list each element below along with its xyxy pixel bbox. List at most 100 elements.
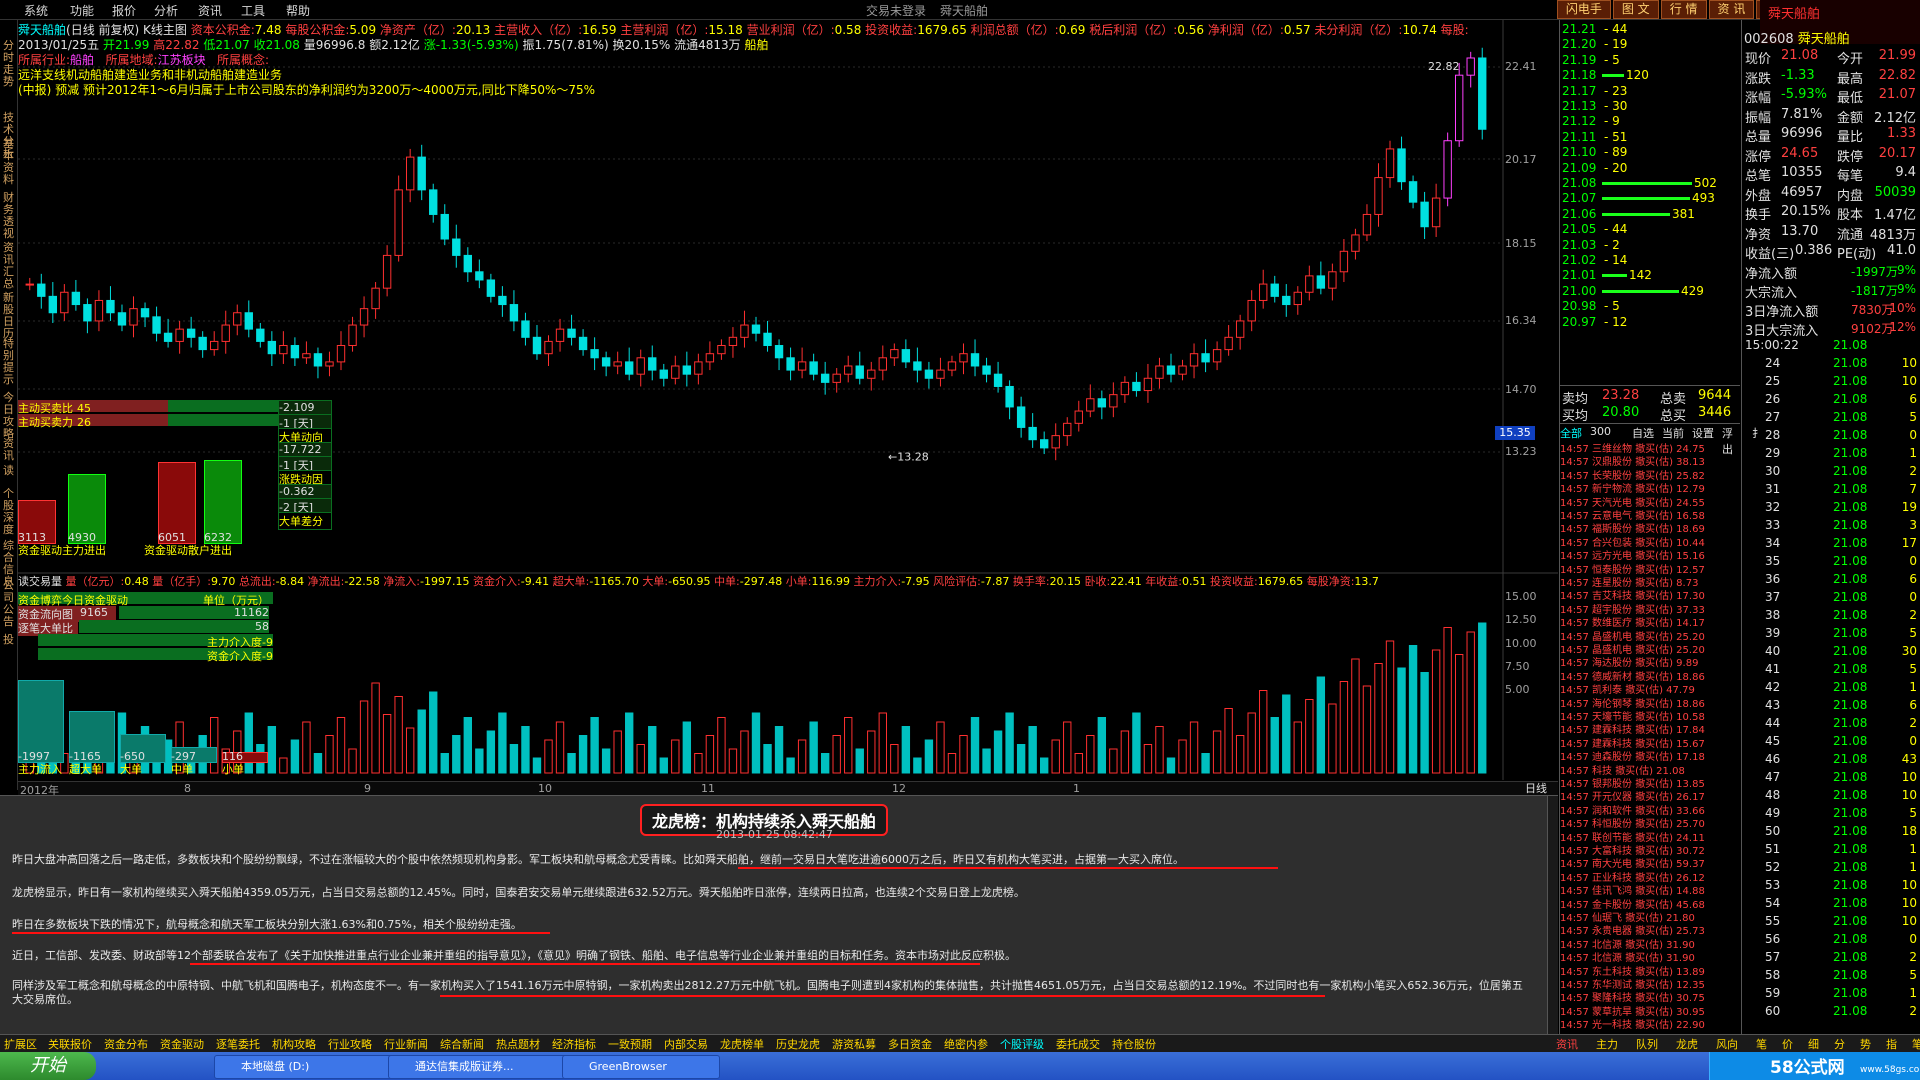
- ladder-row[interactable]: 21.06 381: [1560, 207, 1740, 221]
- menu-help[interactable]: 帮助: [286, 2, 310, 19]
- ladder-row[interactable]: 21.08 502: [1560, 176, 1740, 190]
- bottom-tab-5[interactable]: 机构攻略: [272, 1036, 316, 1052]
- ladder-row[interactable]: 21.17 - 23: [1560, 84, 1740, 98]
- vtab-4[interactable]: 资讯汇总: [1, 242, 16, 290]
- bottom-tab-12[interactable]: 内部交易: [664, 1036, 708, 1052]
- ladder-row[interactable]: 21.21 - 44: [1560, 22, 1740, 36]
- bottom-tab-2[interactable]: 资金分布: [104, 1036, 148, 1052]
- ladder-row[interactable]: 21.03 - 2: [1560, 238, 1740, 252]
- vtab-10[interactable]: 个股深度: [1, 488, 16, 536]
- menu-tools[interactable]: 工具: [241, 2, 265, 19]
- ladder-row[interactable]: 20.97 - 12: [1560, 315, 1740, 329]
- list-tab-2[interactable]: 自选: [1632, 425, 1654, 441]
- ladder-row[interactable]: 21.00 429: [1560, 284, 1740, 298]
- ladder-row[interactable]: 21.10 - 89: [1560, 145, 1740, 159]
- vtab-7[interactable]: 今日攻略: [1, 392, 16, 440]
- ladder-row[interactable]: 21.07 493: [1560, 191, 1740, 205]
- ladder-row[interactable]: 21.18 120: [1560, 68, 1740, 82]
- vtab-6[interactable]: 特别提示: [1, 338, 16, 386]
- bottom-tab-3[interactable]: 资金驱动: [160, 1036, 204, 1052]
- task-local-disk[interactable]: 本地磁盘 (D:): [214, 1055, 412, 1079]
- right-tab-3[interactable]: 龙虎: [1676, 1036, 1698, 1052]
- right-tab-6[interactable]: 价: [1782, 1036, 1793, 1052]
- ladder-row[interactable]: 21.02 - 14: [1560, 253, 1740, 267]
- ladder-row[interactable]: 20.98 - 5: [1560, 299, 1740, 313]
- tab-chart[interactable]: 图 文: [1612, 0, 1659, 19]
- right-tab-10[interactable]: 指: [1886, 1036, 1897, 1052]
- period-label[interactable]: 日线: [1525, 780, 1547, 796]
- ladder-row[interactable]: 21.12 - 9: [1560, 114, 1740, 128]
- vtab-3[interactable]: 财务透视: [1, 192, 16, 240]
- bottom-tab-11[interactable]: 一致预期: [608, 1036, 652, 1052]
- list-tab-3[interactable]: 当前: [1662, 425, 1684, 441]
- industry-link[interactable]: 船舶: [70, 53, 94, 67]
- menu-function[interactable]: 功能: [70, 2, 94, 19]
- right-tab-5[interactable]: 笔: [1756, 1036, 1767, 1052]
- vtab-9[interactable]: 读: [1, 465, 16, 477]
- tick-row: 33 21.08 3: [1765, 518, 1917, 532]
- bottom-tab-10[interactable]: 经济指标: [552, 1036, 596, 1052]
- right-tab-0[interactable]: 资讯: [1556, 1036, 1578, 1052]
- vtab-12[interactable]: 公司公告: [1, 580, 16, 628]
- bottom-tab-15[interactable]: 游资私募: [832, 1036, 876, 1052]
- news-scrollbar[interactable]: [1547, 796, 1558, 1036]
- ladder-row[interactable]: 21.13 - 30: [1560, 99, 1740, 113]
- bottom-tab-19[interactable]: 委托成交: [1056, 1036, 1100, 1052]
- candle-body: [1454, 74, 1464, 142]
- right-tab-4[interactable]: 风向: [1716, 1036, 1738, 1052]
- right-tab-8[interactable]: 分: [1834, 1036, 1845, 1052]
- time-axis[interactable]: 2012年 8 9 10 11 12 1: [18, 781, 1558, 797]
- vtab-8[interactable]: 资讯: [1, 438, 16, 462]
- region-link[interactable]: 江苏板块: [158, 53, 206, 67]
- bottom-tab-18[interactable]: 个股评级: [1000, 1036, 1044, 1052]
- bottom-tab-8[interactable]: 综合新闻: [440, 1036, 484, 1052]
- bottom-tab-14[interactable]: 历史龙虎: [776, 1036, 820, 1052]
- list-tab-1[interactable]: 300: [1590, 425, 1611, 438]
- vtab-5[interactable]: 新股日历: [1, 292, 16, 340]
- right-tab-9[interactable]: 势: [1860, 1036, 1871, 1052]
- bottom-tab-20[interactable]: 持仓股份: [1112, 1036, 1156, 1052]
- menu-system[interactable]: 系统: [24, 2, 48, 19]
- bottom-tab-13[interactable]: 龙虎榜单: [720, 1036, 764, 1052]
- volume-bar: [1143, 744, 1153, 774]
- right-tab-2[interactable]: 队列: [1636, 1036, 1658, 1052]
- bottom-tab-0[interactable]: 扩展区: [4, 1036, 37, 1052]
- right-tab-1[interactable]: 主力: [1596, 1036, 1618, 1052]
- bottom-tab-16[interactable]: 多日资金: [888, 1036, 932, 1052]
- ladder-row[interactable]: 21.19 - 5: [1560, 53, 1740, 67]
- tab-market[interactable]: 行 情: [1660, 0, 1707, 19]
- task-greenbrowser[interactable]: GreenBrowser: [562, 1055, 720, 1079]
- volume-bar: [613, 730, 622, 774]
- bottom-tab-9[interactable]: 热点题材: [496, 1036, 540, 1052]
- list-tab-0[interactable]: 全部: [1560, 425, 1582, 441]
- menu-quote[interactable]: 报价: [112, 2, 136, 19]
- ladder-row[interactable]: 21.01 142: [1560, 268, 1740, 282]
- volume-bar: [970, 717, 980, 774]
- bottom-tab-6[interactable]: 行业攻略: [328, 1036, 372, 1052]
- bottom-tab-7[interactable]: 行业新闻: [384, 1036, 428, 1052]
- vtab-2[interactable]: 基本资料: [1, 138, 16, 186]
- ladder-row[interactable]: 21.09 - 20: [1560, 161, 1740, 175]
- menu-analysis[interactable]: 分析: [154, 2, 178, 19]
- menu-news[interactable]: 资讯: [198, 2, 222, 19]
- right-tab-11[interactable]: 笔: [1912, 1036, 1920, 1052]
- bottom-tab-1[interactable]: 关联报价: [48, 1036, 92, 1052]
- fund-bar-label: 主力流入: [18, 763, 62, 776]
- ladder-row[interactable]: 21.05 - 44: [1560, 222, 1740, 236]
- candle-body: [1212, 349, 1222, 363]
- bottom-tab-4[interactable]: 逐笔委托: [216, 1036, 260, 1052]
- bottom-tab-17[interactable]: 绝密内参: [944, 1036, 988, 1052]
- tab-flash[interactable]: 闪电手: [1556, 0, 1611, 19]
- vtab-13[interactable]: 投: [1, 634, 16, 646]
- vtab-0[interactable]: 分时走势: [1, 40, 16, 88]
- ladder-row[interactable]: 21.20 - 19: [1560, 37, 1740, 51]
- ladder-row[interactable]: 21.11 - 51: [1560, 130, 1740, 144]
- candle-body: [1109, 394, 1118, 408]
- list-tabs[interactable]: 全部 300 自选 当前 设置 浮出扌: [1560, 423, 1763, 456]
- task-tdx[interactable]: 通达信集成版证券...: [388, 1055, 586, 1079]
- list-tab-4[interactable]: 设置: [1692, 425, 1714, 441]
- right-tab-7[interactable]: 细: [1808, 1036, 1819, 1052]
- list-item[interactable]: 14:57 光一科技 撤买(估) 22.90: [1560, 1016, 1736, 1031]
- start-button[interactable]: 开始: [0, 1052, 96, 1080]
- tab-info[interactable]: 资 讯: [1708, 0, 1755, 19]
